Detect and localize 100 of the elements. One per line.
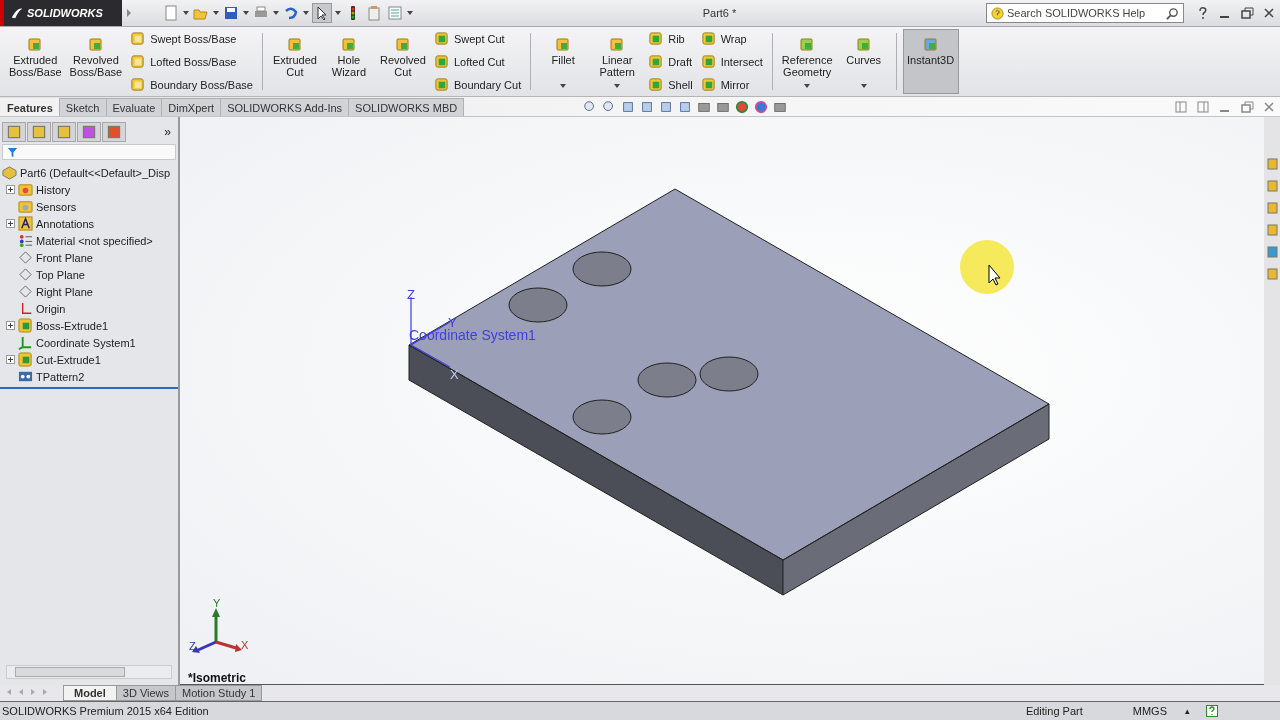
view-name: *Isometric: [188, 671, 247, 684]
tree-item[interactable]: Material <not specified>: [36, 234, 153, 247]
tree-item[interactable]: Front Plane: [36, 251, 93, 264]
command-button[interactable]: Wrap: [697, 30, 766, 47]
caret-icon[interactable]: [407, 11, 413, 15]
command-button[interactable]: Shell: [645, 76, 696, 93]
command-button[interactable]: Hole Wizard: [322, 29, 375, 94]
tree-item[interactable]: Part6 (Default<<Default>_Disp: [20, 166, 171, 179]
expand-icon[interactable]: [6, 185, 15, 194]
command-button[interactable]: Extruded Cut: [268, 29, 321, 94]
folder-icon: [18, 199, 33, 214]
feature-icon: [130, 31, 146, 46]
document-tab[interactable]: Model: [63, 685, 117, 701]
caret-icon[interactable]: [614, 84, 621, 88]
material-icon: [18, 233, 33, 248]
caret-icon[interactable]: [243, 11, 249, 15]
tree-item[interactable]: Annotations: [36, 217, 95, 230]
tree-item[interactable]: Origin: [36, 302, 66, 315]
logo-mark-icon: [10, 6, 24, 20]
menu-arrow-icon[interactable]: [126, 9, 132, 17]
feature-icon: [130, 54, 146, 69]
tree-item[interactable]: Boss-Extrude1: [36, 319, 109, 332]
command-button[interactable]: Fillet: [537, 29, 590, 94]
caret-icon[interactable]: [804, 84, 811, 88]
tile-right-icon[interactable]: [1196, 99, 1210, 114]
command-button[interactable]: Mirror: [697, 76, 766, 93]
tile-left-icon[interactable]: [1174, 99, 1188, 114]
app-logo[interactable]: SOLIDWORKS: [0, 0, 122, 26]
command-button[interactable]: Lofted Cut: [430, 53, 525, 70]
caret-icon[interactable]: [213, 11, 219, 15]
expand-icon[interactable]: [6, 321, 15, 330]
caret-icon[interactable]: [303, 11, 309, 15]
command-button[interactable]: Draft: [645, 53, 696, 70]
caret-icon[interactable]: [273, 11, 279, 15]
clipboard-icon[interactable]: [365, 4, 383, 22]
command-button[interactable]: Lofted Boss/Base: [127, 53, 256, 70]
document-tab[interactable]: Motion Study 1: [175, 685, 263, 701]
command-tab[interactable]: SOLIDWORKS MBD: [348, 98, 465, 116]
command-button[interactable]: Extruded Boss/Base: [6, 29, 65, 94]
feature-icon: [433, 77, 449, 92]
edition-text: SOLIDWORKS Premium 2015 x64 Edition: [2, 705, 209, 717]
search-icon[interactable]: [1166, 6, 1179, 20]
feature-icon: [855, 36, 872, 52]
save-icon[interactable]: [222, 4, 240, 22]
feature-icon: [27, 36, 44, 52]
command-tab[interactable]: DimXpert: [161, 98, 222, 116]
caret-icon[interactable]: [860, 84, 867, 88]
close-icon[interactable]: [1262, 6, 1276, 20]
command-button[interactable]: Reference Geometry: [778, 29, 836, 94]
command-tab[interactable]: Sketch: [58, 98, 107, 116]
scroll-thumb[interactable]: [15, 667, 125, 677]
plane-icon: [18, 267, 33, 282]
document-tab[interactable]: 3D Views: [115, 685, 177, 701]
tree-item[interactable]: Sensors: [36, 200, 77, 213]
command-tab[interactable]: Evaluate: [105, 98, 163, 116]
pattern-icon: [18, 369, 33, 384]
units-selector[interactable]: MMGS: [1132, 705, 1167, 717]
caret-icon[interactable]: [183, 11, 189, 15]
folder-icon: [18, 182, 33, 197]
horizontal-scrollbar[interactable]: [6, 665, 172, 679]
command-tab[interactable]: Features: [0, 98, 60, 116]
command-button[interactable]: Revolved Boss/Base: [66, 29, 126, 94]
command-button[interactable]: Linear Pattern: [591, 29, 644, 94]
command-button[interactable]: Curves: [837, 29, 890, 94]
command-button[interactable]: Revolved Cut: [376, 29, 429, 94]
command-button[interactable]: Boundary Boss/Base: [127, 76, 256, 93]
part-icon: [2, 165, 17, 180]
feature-icon: [648, 77, 664, 92]
filter-field[interactable]: [2, 144, 176, 160]
restore-icon[interactable]: [1240, 99, 1254, 114]
filter-icon: [7, 146, 18, 158]
command-tab[interactable]: SOLIDWORKS Add-Ins: [220, 98, 350, 116]
feature-icon: [433, 31, 449, 46]
tree-item[interactable]: TPattern2: [36, 370, 85, 383]
command-button[interactable]: Rib: [645, 30, 696, 47]
tree-item[interactable]: Coordinate System1: [36, 336, 136, 349]
tree-item[interactable]: Top Plane: [36, 268, 85, 281]
expand-icon[interactable]: [6, 355, 15, 364]
feature-icon: [340, 36, 357, 52]
expand-panel-button[interactable]: »: [164, 125, 176, 139]
command-button[interactable]: Boundary Cut: [430, 76, 525, 93]
restore-icon[interactable]: [1240, 6, 1254, 20]
feature-icon: [87, 36, 104, 52]
search-field[interactable]: Search SOLIDWORKS Help: [986, 3, 1184, 23]
command-button[interactable]: Swept Cut: [430, 30, 525, 47]
tree-item[interactable]: Cut-Extrude1: [36, 353, 101, 366]
command-button[interactable]: Intersect: [697, 53, 766, 70]
window-title: Part6 *: [701, 7, 738, 19]
units-caret[interactable]: ▴: [1185, 706, 1190, 716]
command-button[interactable]: Swept Boss/Base: [127, 30, 256, 47]
feature-icon: [433, 54, 449, 69]
feature-icon: [799, 36, 816, 52]
expand-icon[interactable]: [6, 219, 15, 228]
caret-icon[interactable]: [335, 11, 341, 15]
help-icon[interactable]: [1206, 705, 1218, 717]
command-button[interactable]: Instant3D: [902, 29, 959, 94]
tree-item[interactable]: Right Plane: [36, 285, 93, 298]
tree-item[interactable]: History: [36, 183, 71, 196]
pointer-icon[interactable]: [312, 3, 332, 23]
caret-icon[interactable]: [560, 84, 567, 88]
